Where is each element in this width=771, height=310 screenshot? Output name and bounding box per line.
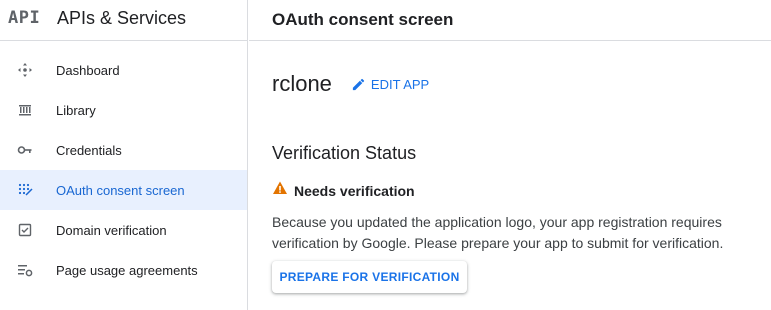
- sidebar-item-page-usage-agreements[interactable]: Page usage agreements: [0, 250, 247, 290]
- sidebar-item-oauth-consent-screen[interactable]: OAuth consent screen: [0, 170, 247, 210]
- sidebar-item-label: OAuth consent screen: [56, 182, 185, 198]
- sidebar-item-label: Page usage agreements: [56, 262, 198, 278]
- sidebar-header: API APIs & Services: [0, 0, 247, 36]
- page-header: OAuth consent screen: [249, 0, 771, 41]
- sidebar-item-domain-verification[interactable]: Domain verification: [0, 210, 247, 250]
- warning-icon: [272, 180, 288, 201]
- app-name: rclone: [272, 71, 332, 96]
- api-logo[interactable]: API: [8, 8, 48, 28]
- library-icon: [16, 101, 34, 119]
- sidebar: API APIs & Services Dashboard Library Cr…: [0, 0, 248, 310]
- sidebar-item-label: Library: [56, 102, 96, 118]
- sidebar-item-label: Credentials: [56, 142, 122, 158]
- key-icon: [16, 141, 34, 159]
- page-title: OAuth consent screen: [272, 10, 454, 29]
- edit-app-button[interactable]: EDIT APP: [351, 77, 429, 92]
- sidebar-item-credentials[interactable]: Credentials: [0, 130, 247, 170]
- status-text: Needs verification: [294, 182, 415, 199]
- sidebar-item-library[interactable]: Library: [0, 90, 247, 130]
- verification-description: Because you updated the application logo…: [272, 214, 724, 251]
- checkbox-icon: [16, 221, 34, 239]
- sidebar-item-label: Dashboard: [56, 62, 120, 78]
- pencil-icon: [352, 78, 365, 90]
- edit-app-label: EDIT APP: [370, 76, 430, 92]
- product-title: APIs & Services: [57, 7, 187, 28]
- sidebar-item-dashboard[interactable]: Dashboard: [0, 50, 247, 90]
- settings-list-icon: [16, 261, 34, 279]
- sidebar-item-label: Domain verification: [56, 222, 167, 238]
- dashboard-icon: [16, 61, 34, 79]
- oauth-consent-icon: [16, 181, 34, 199]
- main-panel: OAuth consent screen rclone EDIT APP Ver…: [249, 0, 771, 310]
- section-title: Verification Status: [272, 143, 417, 163]
- prepare-for-verification-button[interactable]: PREPARE FOR VERIFICATION: [272, 261, 467, 293]
- verification-status: Needs verification: [272, 180, 771, 201]
- sidebar-nav: Dashboard Library Credentials OAuth cons…: [0, 41, 247, 290]
- main-content: rclone EDIT APP Verification Status Need…: [249, 69, 771, 293]
- app-window: API APIs & Services Dashboard Library Cr…: [0, 0, 771, 310]
- app-row: rclone EDIT APP: [272, 69, 771, 99]
